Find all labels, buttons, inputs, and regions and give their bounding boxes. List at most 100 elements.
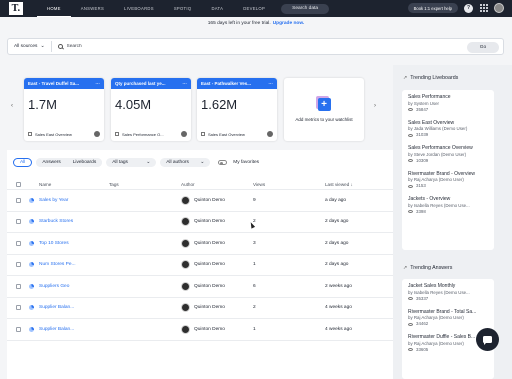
chat-button[interactable] (476, 328, 499, 351)
watchlist-card[interactable]: East - Travel Duffel Sa... ··· 1.7M Sales… (24, 78, 104, 141)
nav-spotiq[interactable]: SPOTIQ (164, 0, 202, 17)
chevron-left-icon[interactable]: ‹ (11, 103, 13, 109)
card-source[interactable]: Sales East Overview (208, 132, 245, 137)
row-name-link[interactable]: Suppliers Geo (39, 284, 69, 289)
row-checkbox[interactable] (15, 326, 21, 332)
table-row[interactable]: Supplier Balan... Quinton Demo 1 4 weeks ag… (7, 319, 393, 341)
trending-item[interactable]: Sales East Overview by Jada Williams (Dem… (408, 120, 488, 139)
table-row[interactable]: Sales by Year Quinton Demo 9 a day ago (7, 190, 393, 212)
help-icon[interactable]: ? (464, 3, 473, 13)
trending-item[interactable]: Sales Performance by System User 35847 (408, 94, 488, 113)
row-checkbox[interactable] (15, 219, 21, 225)
row-views: 3 (253, 240, 256, 246)
authors-dropdown[interactable]: All authors ⌄ (160, 158, 211, 167)
table-row[interactable]: Num Stores Pe... Quinton Demo 1 2 days ago (7, 255, 393, 276)
more-icon[interactable]: ··· (96, 81, 101, 86)
row-author: Quinton Demo (194, 197, 225, 203)
answer-icon (29, 305, 34, 311)
more-icon[interactable]: ··· (183, 81, 188, 86)
row-views: 1 (253, 326, 256, 332)
upgrade-link[interactable]: Upgrade now. (273, 21, 305, 26)
col-last-viewed[interactable]: Last viewed ↓ (325, 182, 385, 187)
tags-dropdown[interactable]: All tags ⌄ (106, 158, 157, 167)
row-checkbox[interactable] (15, 197, 21, 203)
nav-home[interactable]: HOME (37, 0, 71, 17)
filter-answers[interactable]: Answers (36, 158, 67, 167)
add-metrics-card[interactable]: + Add metrics to your watchlist (284, 78, 364, 141)
table-row[interactable]: Starbuck Stores Quinton Demo 2 2 days ago (7, 212, 393, 233)
card-title: Qty purchased last ye... (115, 81, 166, 86)
row-views: 2 (253, 305, 256, 311)
card-title: East - Pathwalker Ves... (201, 81, 252, 86)
col-views[interactable]: Views (253, 182, 325, 187)
trending-item[interactable]: Jackets - Overview by Isabella Reyes (Dem… (408, 196, 488, 215)
sources-dropdown[interactable]: All sources ⌄ (8, 41, 52, 52)
more-icon[interactable]: ··· (269, 81, 274, 86)
watchlist-card[interactable]: Qty purchased last ye... ··· 4.05M Sales … (111, 78, 191, 141)
search-data-button[interactable]: Search data (281, 3, 330, 14)
content-table: Name Tags Author Views Last viewed ↓ Sal… (7, 180, 393, 341)
table-row[interactable]: Top 10 Stores Quinton Demo 3 2 days ago (7, 233, 393, 255)
row-author: Quinton Demo (194, 240, 225, 246)
expert-help-button[interactable]: Book 1:1 expert help (407, 3, 458, 13)
search-bar: All sources ⌄ Go (7, 38, 504, 55)
trending-item[interactable]: Jacket Sales Monthly by Isabella Reyes (D… (408, 283, 488, 302)
favorites-label: My favorites (233, 160, 260, 165)
trending-item[interactable]: Rivermaster Brand - Total Sa... by Raj Ac… (408, 309, 488, 328)
nav-data[interactable]: DATA (201, 0, 233, 17)
trial-text: 165 days left in your free trial. (207, 20, 271, 26)
liveboard-icon (201, 132, 205, 136)
row-checkbox[interactable] (15, 283, 21, 289)
answer-icon (29, 219, 34, 225)
trending-icon: ↗ (403, 75, 408, 81)
row-checkbox[interactable] (15, 240, 21, 246)
favorites-toggle[interactable] (218, 160, 228, 165)
filter-all[interactable]: All (13, 158, 33, 167)
table-row[interactable]: Suppliers Geo Quinton Demo 6 2 weeks ago (7, 276, 393, 298)
select-all-checkbox[interactable] (15, 182, 21, 187)
row-name-link[interactable]: Supplier Balan... (39, 305, 74, 310)
row-checkbox[interactable] (15, 262, 21, 268)
card-source[interactable]: Sales Performance O... (122, 132, 164, 137)
trending-item-views: 3398 (416, 208, 426, 214)
filter-liveboards[interactable]: Liveboards (66, 158, 103, 167)
nav-answers[interactable]: ANSWERS (71, 0, 114, 17)
trending-item[interactable]: Sales Performance Overview by Steve Jorda… (408, 145, 488, 164)
chevron-right-icon[interactable]: › (374, 103, 376, 109)
row-views: 6 (253, 283, 256, 289)
search-input[interactable] (66, 44, 447, 49)
authors-label: All authors (166, 160, 189, 165)
card-header: East - Pathwalker Ves... ··· (197, 78, 277, 89)
watchlist-card[interactable]: East - Pathwalker Ves... ··· 1.62M Sales … (197, 78, 277, 141)
trending-icon: ↗ (403, 265, 408, 271)
trending-item[interactable]: Rivermaster Brand - Overview by Raj Achar… (408, 171, 488, 190)
row-last-viewed: 2 days ago (325, 240, 349, 246)
row-last-viewed: 4 weeks ago (325, 305, 352, 311)
logo[interactable]: T. (9, 2, 23, 15)
add-metrics-label: Add metrics to your watchlist (295, 116, 353, 122)
row-last-viewed: a day ago (325, 197, 347, 203)
apps-grid-icon[interactable] (479, 4, 488, 13)
card-header: Qty purchased last ye... ··· (111, 78, 191, 89)
trending-item-views: 35337 (416, 295, 429, 301)
card-source[interactable]: Sales East Overview (35, 132, 72, 137)
row-name-link[interactable]: Sales by Year (39, 198, 68, 203)
row-name-link[interactable]: Starbuck Stores (39, 219, 73, 224)
row-checkbox[interactable] (15, 305, 21, 311)
row-name-link[interactable]: Num Stores Pe... (39, 262, 76, 267)
answer-icon (29, 240, 34, 246)
row-name-link[interactable]: Supplier Balan... (39, 327, 74, 332)
nav-liveboards[interactable]: LIVEBOARDS (114, 0, 164, 17)
row-views: 1 (253, 262, 256, 268)
col-name[interactable]: Name (39, 182, 109, 187)
col-author[interactable]: Author (181, 182, 253, 187)
table-header: Name Tags Author Views Last viewed ↓ (7, 180, 393, 190)
nav-develop[interactable]: DEVELOP (233, 0, 275, 17)
card-footer: Sales East Overview (28, 131, 100, 137)
table-row[interactable]: Supplier Balan... Quinton Demo 2 4 weeks ag… (7, 298, 393, 319)
card-value: 1.62M (201, 97, 238, 112)
row-author: Quinton Demo (194, 283, 225, 289)
user-avatar[interactable] (494, 3, 504, 13)
go-button[interactable]: Go (467, 42, 499, 53)
row-name-link[interactable]: Top 10 Stores (39, 241, 69, 246)
